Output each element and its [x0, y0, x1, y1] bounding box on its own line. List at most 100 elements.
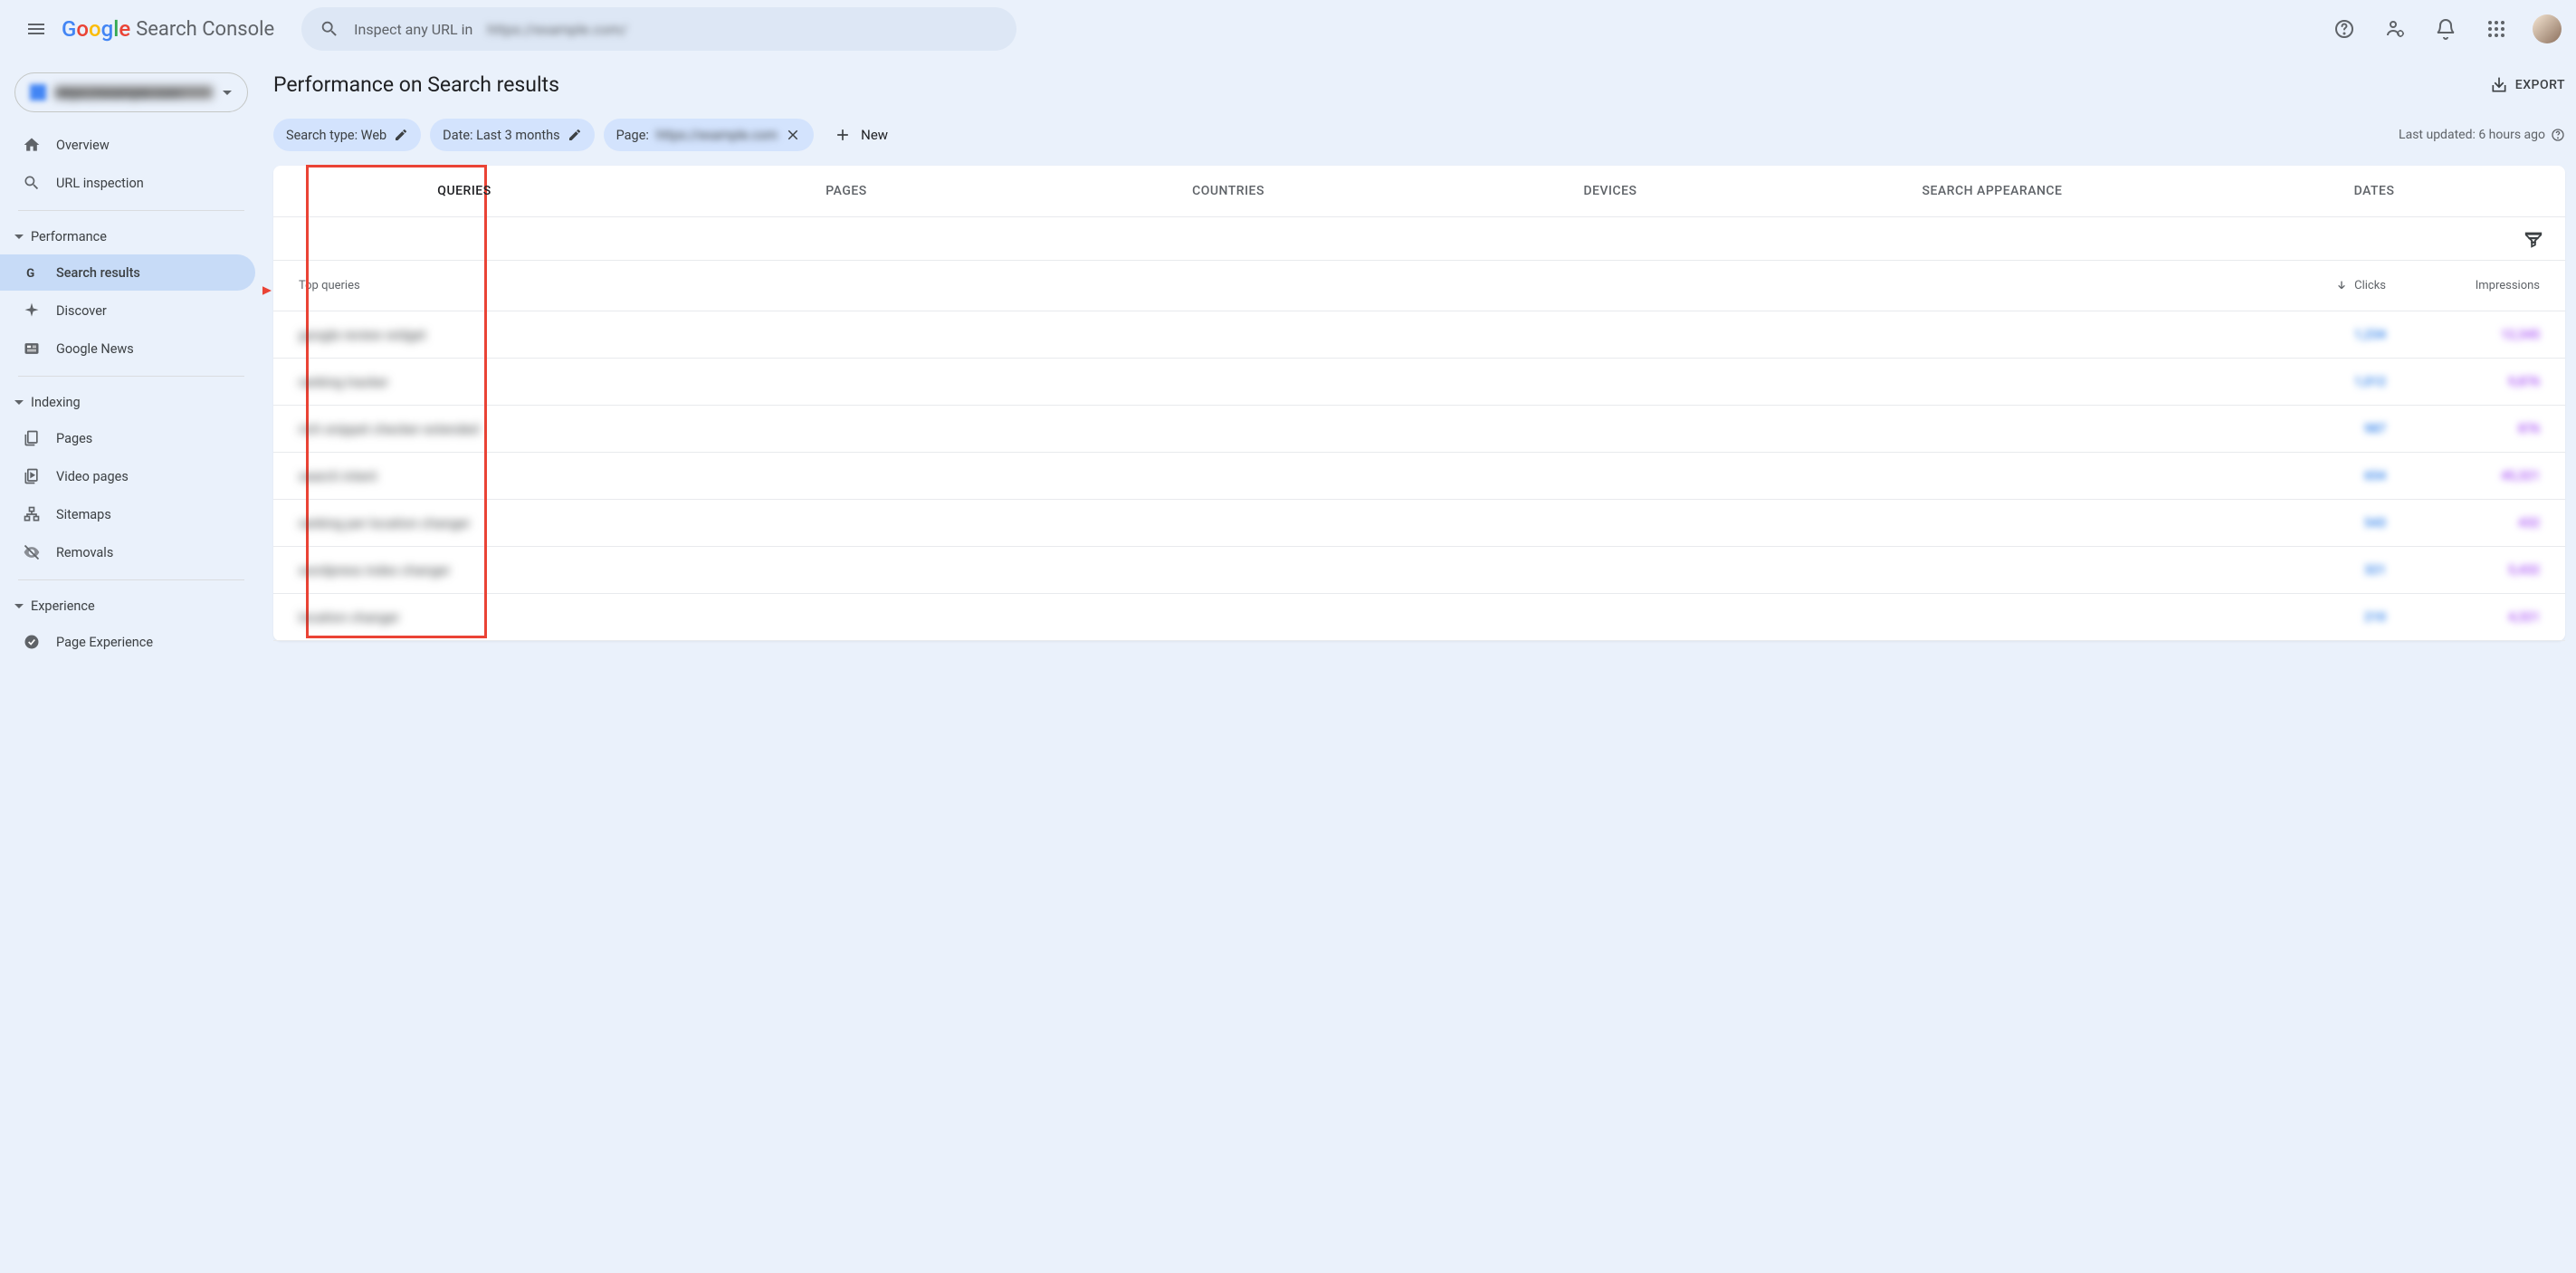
- help-button[interactable]: [2323, 7, 2366, 51]
- query-text-redacted: rich snippet checker extended: [299, 421, 479, 437]
- clicks-value-redacted: 210: [2364, 610, 2386, 625]
- table-row[interactable]: search intent 654 45,321: [273, 453, 2565, 500]
- header-actions: [2323, 7, 2562, 51]
- clicks-value-redacted: 987: [2364, 422, 2386, 436]
- url-inspection-search[interactable]: Inspect any URL in https://example.com/: [301, 7, 1016, 51]
- table-filter-row: [273, 217, 2565, 261]
- help-icon: [2333, 18, 2355, 40]
- page-experience-icon: [23, 633, 41, 651]
- nav-video-pages-label: Video pages: [56, 469, 129, 484]
- tab-queries-label: Queries: [437, 184, 491, 198]
- discover-icon: [23, 302, 41, 320]
- nav-divider: [18, 579, 244, 580]
- nav-search-results-label: Search results: [56, 265, 140, 281]
- property-favicon: [30, 84, 46, 100]
- news-icon: [23, 340, 41, 358]
- tab-countries[interactable]: Countries: [1037, 166, 1419, 216]
- sidebar: https://example.com Overview URL inspect…: [0, 0, 262, 1273]
- header-clicks[interactable]: Clicks: [2241, 279, 2386, 293]
- nav-overview[interactable]: Overview: [0, 127, 255, 163]
- impressions-value-redacted: 12,345: [2501, 328, 2540, 342]
- apps-button[interactable]: [2475, 7, 2518, 51]
- tab-search-appearance[interactable]: Search Appearance: [1801, 166, 2183, 216]
- impressions-value-redacted: 432: [2518, 516, 2540, 531]
- nav-section-indexing[interactable]: Indexing: [0, 386, 262, 418]
- nav-google-news[interactable]: Google News: [0, 330, 255, 367]
- nav-overview-label: Overview: [56, 138, 110, 153]
- table-row[interactable]: wordpress index changer 321 5,432: [273, 547, 2565, 594]
- last-updated: Last updated: 6 hours ago: [2399, 128, 2565, 142]
- tab-pages-label: Pages: [825, 184, 867, 198]
- export-button[interactable]: EXPORT: [2490, 76, 2565, 94]
- table-row[interactable]: ranking tracker 1,012 9,876: [273, 359, 2565, 406]
- filter-search-type[interactable]: Search type: Web: [273, 119, 421, 151]
- property-selector[interactable]: https://example.com: [14, 72, 248, 112]
- user-avatar[interactable]: [2533, 14, 2562, 43]
- hamburger-menu-button[interactable]: [14, 7, 58, 51]
- property-name-redacted: https://example.com: [55, 86, 213, 99]
- page-header: Performance on Search results EXPORT: [273, 72, 2565, 97]
- search-placeholder-text: Inspect any URL in: [354, 21, 472, 38]
- nav-page-experience-label: Page Experience: [56, 635, 153, 650]
- help-icon[interactable]: [2551, 128, 2565, 142]
- svg-text:G: G: [26, 267, 34, 281]
- google-logo-text: Google: [62, 16, 130, 42]
- clicks-value-redacted: 1,234: [2354, 328, 2386, 342]
- header-impressions[interactable]: Impressions: [2386, 279, 2540, 292]
- table-row[interactable]: ranking per location changer 543 432: [273, 500, 2565, 547]
- tab-dates[interactable]: Dates: [2183, 166, 2565, 216]
- query-text-redacted: wordpress index changer: [299, 562, 450, 579]
- nav-discover[interactable]: Discover: [0, 292, 255, 329]
- impressions-value-redacted: 9,876: [2508, 375, 2540, 389]
- pages-icon: [23, 429, 41, 447]
- tab-pages[interactable]: Pages: [655, 166, 1037, 216]
- clicks-value-redacted: 1,012: [2354, 375, 2386, 389]
- user-settings-button[interactable]: [2373, 7, 2417, 51]
- menu-icon: [25, 18, 47, 40]
- google-icon: G: [23, 263, 41, 282]
- tab-queries[interactable]: Queries: [273, 166, 655, 216]
- visibility-off-icon: [23, 543, 41, 561]
- nav-section-performance[interactable]: Performance: [0, 220, 262, 253]
- nav-page-experience[interactable]: Page Experience: [0, 624, 255, 660]
- tab-devices[interactable]: Devices: [1419, 166, 1801, 216]
- nav-sitemaps[interactable]: Sitemaps: [0, 496, 255, 532]
- close-icon[interactable]: [785, 127, 801, 143]
- add-filter-button[interactable]: New: [823, 126, 899, 144]
- tab-devices-label: Devices: [1583, 184, 1636, 198]
- app-header: Google Search Console Inspect any URL in…: [0, 0, 2576, 58]
- nav-removals[interactable]: Removals: [0, 534, 255, 570]
- notifications-button[interactable]: [2424, 7, 2467, 51]
- nav-divider: [18, 376, 244, 377]
- header-clicks-label: Clicks: [2354, 279, 2386, 292]
- nav-divider: [18, 210, 244, 211]
- search-icon: [23, 174, 41, 192]
- table-row[interactable]: google review widget 1,234 12,345: [273, 311, 2565, 359]
- nav-url-inspection[interactable]: URL inspection: [0, 165, 255, 201]
- annotation-arrow-icon: [262, 277, 273, 304]
- table-row[interactable]: rich snippet checker extended 987 876: [273, 406, 2565, 453]
- nav-pages-label: Pages: [56, 431, 92, 446]
- nav-search-results[interactable]: G Search results: [0, 254, 255, 291]
- nav-video-pages[interactable]: Video pages: [0, 458, 255, 494]
- add-filter-label: New: [861, 127, 888, 143]
- nav-section-experience[interactable]: Experience: [0, 589, 262, 622]
- product-name: Search Console: [136, 18, 274, 41]
- filter-date[interactable]: Date: Last 3 months: [430, 119, 594, 151]
- chevron-down-icon: [222, 87, 233, 98]
- impressions-value-redacted: 5,432: [2508, 563, 2540, 578]
- table-row[interactable]: location changer 210 4,321: [273, 594, 2565, 641]
- nav-pages[interactable]: Pages: [0, 420, 255, 456]
- filter-page-prefix: Page:: [616, 128, 649, 143]
- filter-page[interactable]: Page: https://example.com: [604, 119, 815, 151]
- header-top-queries[interactable]: Top queries: [299, 279, 2241, 292]
- nav-url-inspection-label: URL inspection: [56, 176, 144, 191]
- query-text-redacted: ranking tracker: [299, 374, 388, 390]
- filter-icon[interactable]: [2524, 229, 2543, 249]
- clicks-value-redacted: 543: [2364, 516, 2386, 531]
- query-text-redacted: location changer: [299, 609, 399, 626]
- page-title: Performance on Search results: [273, 72, 559, 97]
- home-icon: [23, 136, 41, 154]
- edit-icon: [394, 128, 408, 142]
- bell-icon: [2435, 18, 2457, 40]
